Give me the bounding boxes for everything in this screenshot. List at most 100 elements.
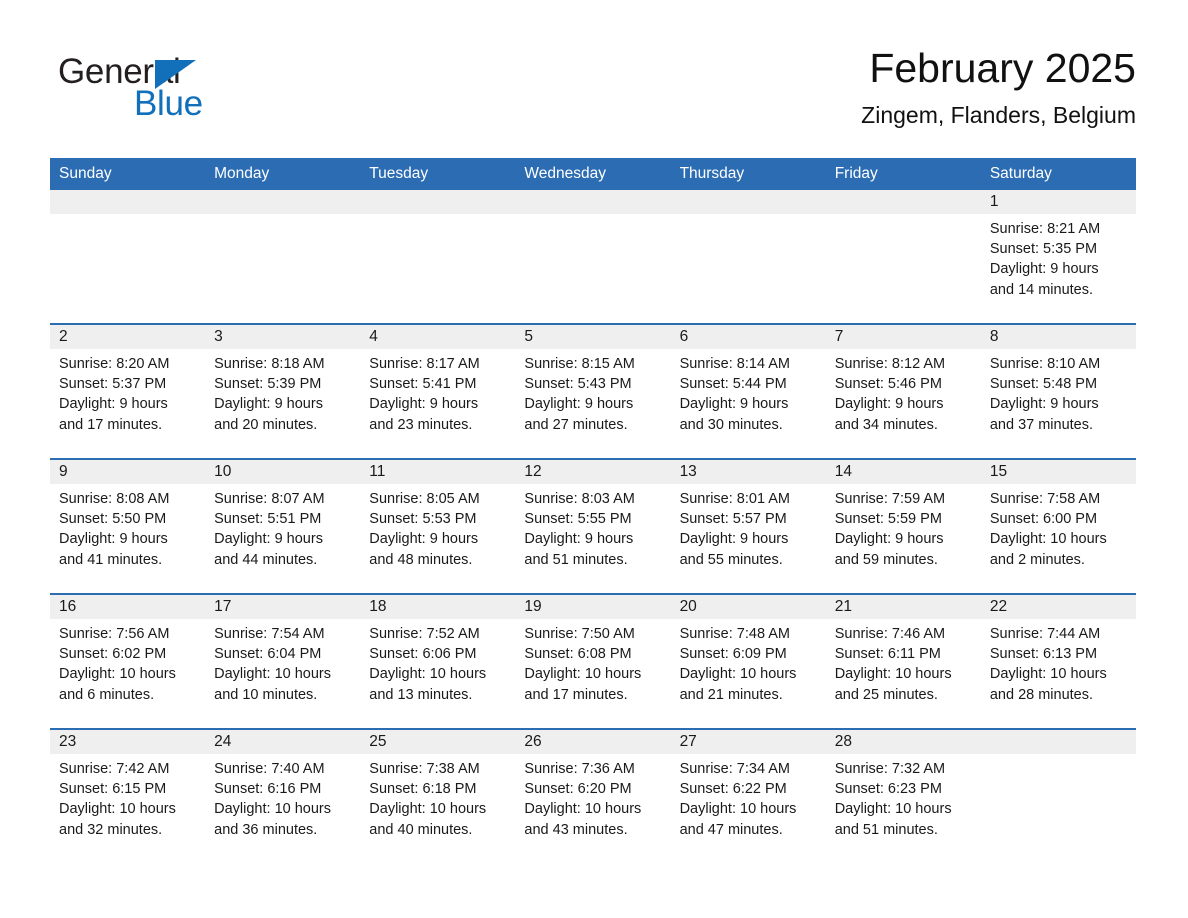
calendar-grid: Sunday Monday Tuesday Wednesday Thursday Frid… (50, 158, 1136, 863)
day-details: Sunrise: 7:58 AM Sunset: 6:00 PM Daylight:… (981, 484, 1136, 570)
day-number-band: 19 (515, 595, 671, 619)
calendar-day-cell[interactable]: 2 Sunrise: 8:20 AM Sunset: 5:37 PM Daylight… (50, 323, 206, 459)
sunset-text: Sunset: 5:51 PM (214, 511, 322, 528)
daylight-text-cont: and 47 minutes. (679, 821, 783, 838)
weekday-header-sunday: Sunday (50, 158, 206, 190)
daylight-text-cont: and 32 minutes. (59, 821, 163, 838)
calendar-day-cell[interactable]: 12 Sunrise: 8:03 AM Sunset: 5:55 PM Dayligh… (515, 458, 671, 594)
calendar-day-cell[interactable]: 15 Sunrise: 7:58 AM Sunset: 6:00 PM Dayligh… (980, 458, 1136, 594)
day-details: Sunrise: 8:18 AM Sunset: 5:39 PM Daylight:… (205, 349, 360, 435)
sunset-text: Sunset: 6:06 PM (369, 646, 477, 663)
calendar-day-cell[interactable]: 5 Sunrise: 8:15 AM Sunset: 5:43 PM Daylight… (515, 323, 671, 459)
day-number-band: 22 (980, 595, 1136, 619)
daylight-text: Daylight: 10 hours (834, 666, 952, 683)
calendar-day-cell[interactable]: 21 Sunrise: 7:46 AM Sunset: 6:11 PM Dayligh… (825, 593, 981, 729)
sunrise-text: Sunrise: 8:21 AM (989, 221, 1101, 237)
calendar-day-cell[interactable]: 19 Sunrise: 7:50 AM Sunset: 6:08 PM Dayligh… (515, 593, 671, 729)
sunset-text: Sunset: 5:48 PM (989, 376, 1098, 393)
daylight-text-cont: and 14 minutes. (989, 281, 1094, 298)
calendar-day-cell[interactable]: 13 Sunrise: 8:01 AM Sunset: 5:57 PM Dayligh… (670, 458, 826, 594)
calendar-day-cell[interactable]: 11 Sunrise: 8:05 AM Sunset: 5:53 PM Dayligh… (360, 458, 516, 594)
daylight-text-cont: and 27 minutes. (524, 416, 628, 433)
daylight-text: Daylight: 9 hours (679, 531, 789, 548)
daylight-text-cont: and 51 minutes. (524, 551, 628, 568)
daylight-text: Daylight: 10 hours (59, 666, 176, 683)
day-number-band: 28 (825, 730, 981, 754)
calendar-day-cell[interactable]: 10 Sunrise: 8:07 AM Sunset: 5:51 PM Dayligh… (205, 458, 361, 594)
daylight-text: Daylight: 10 hours (834, 801, 952, 818)
daylight-text: Daylight: 9 hours (679, 396, 789, 413)
calendar-day-cell[interactable]: 17 Sunrise: 7:54 AM Sunset: 6:04 PM Dayligh… (205, 593, 361, 729)
sunrise-text: Sunrise: 8:08 AM (59, 491, 170, 507)
day-number: 14 (834, 463, 852, 480)
sunrise-text: Sunrise: 8:14 AM (679, 356, 790, 372)
day-details: Sunrise: 8:01 AM Sunset: 5:57 PM Daylight:… (671, 484, 826, 570)
day-number-band: 7 (825, 325, 981, 349)
day-number: 10 (214, 463, 232, 480)
calendar-day-cell[interactable]: 22 Sunrise: 7:44 AM Sunset: 6:13 PM Dayligh… (980, 593, 1136, 729)
sunrise-text: Sunrise: 8:01 AM (679, 491, 790, 507)
day-number-band: 8 (980, 325, 1136, 349)
calendar-day-cell[interactable]: 28 Sunrise: 7:32 AM Sunset: 6:23 PM Dayligh… (825, 728, 981, 863)
calendar-day-cell[interactable]: 8 Sunrise: 8:10 AM Sunset: 5:48 PM Daylight… (980, 323, 1136, 459)
day-number: 8 (989, 328, 999, 345)
day-number: 6 (679, 328, 689, 345)
calendar-day-cell[interactable]: 25 Sunrise: 7:38 AM Sunset: 6:18 PM Dayligh… (360, 728, 516, 863)
daylight-text: Daylight: 10 hours (214, 801, 332, 818)
calendar-day-cell[interactable]: 20 Sunrise: 7:48 AM Sunset: 6:09 PM Dayligh… (670, 593, 826, 729)
sunrise-text: Sunrise: 8:10 AM (989, 356, 1101, 372)
calendar-day-cell[interactable]: 24 Sunrise: 7:40 AM Sunset: 6:16 PM Dayligh… (205, 728, 361, 863)
calendar-day-cell[interactable]: 7 Sunrise: 8:12 AM Sunset: 5:46 PM Daylight… (825, 323, 981, 459)
sunrise-text: Sunrise: 7:38 AM (369, 761, 480, 777)
daylight-text: Daylight: 9 hours (989, 396, 1099, 413)
page-subtitle: Zingem, Flanders, Belgium (861, 102, 1136, 128)
calendar-day-cell[interactable]: 4 Sunrise: 8:17 AM Sunset: 5:41 PM Daylight… (360, 323, 516, 459)
day-number: 25 (369, 733, 387, 750)
calendar-day-cell[interactable]: 27 Sunrise: 7:34 AM Sunset: 6:22 PM Dayligh… (670, 728, 826, 863)
day-number: 18 (369, 598, 387, 615)
daylight-text-cont: and 17 minutes. (59, 416, 163, 433)
daylight-text-cont: and 30 minutes. (679, 416, 783, 433)
calendar-day-cell[interactable]: 3 Sunrise: 8:18 AM Sunset: 5:39 PM Daylight… (205, 323, 361, 459)
day-details: Sunrise: 8:03 AM Sunset: 5:55 PM Daylight:… (515, 484, 670, 570)
calendar-day-cell[interactable]: 23 Sunrise: 7:42 AM Sunset: 6:15 PM Dayligh… (50, 728, 206, 863)
calendar-day-cell[interactable]: 1 Sunrise: 8:21 AM Sunset: 5:35 PM Daylight… (980, 190, 1136, 324)
calendar-day-cell[interactable]: 9 Sunrise: 8:08 AM Sunset: 5:50 PM Daylight… (50, 458, 206, 594)
day-details: Sunrise: 8:21 AM Sunset: 5:35 PM Daylight:… (981, 214, 1136, 300)
sunset-text: Sunset: 6:00 PM (989, 511, 1098, 528)
sunset-text: Sunset: 5:44 PM (679, 376, 787, 393)
day-details: Sunrise: 8:15 AM Sunset: 5:43 PM Daylight:… (515, 349, 670, 435)
sunset-text: Sunset: 6:11 PM (834, 646, 941, 663)
day-details (205, 214, 360, 219)
calendar-day-cell[interactable]: 6 Sunrise: 8:14 AM Sunset: 5:44 PM Daylight… (670, 323, 826, 459)
day-details: Sunrise: 7:32 AM Sunset: 6:23 PM Daylight:… (826, 754, 981, 840)
calendar-day-cell[interactable]: 26 Sunrise: 7:36 AM Sunset: 6:20 PM Dayligh… (515, 728, 671, 863)
day-details: Sunrise: 7:40 AM Sunset: 6:16 PM Daylight:… (205, 754, 360, 840)
daylight-text-cont: and 48 minutes. (369, 551, 473, 568)
daylight-text: Daylight: 10 hours (214, 666, 332, 683)
day-number-band: 21 (825, 595, 981, 619)
day-number-band: 2 (50, 325, 206, 349)
weekday-header-tuesday: Tuesday (360, 158, 516, 190)
weekday-header-wednesday: Wednesday (515, 158, 671, 190)
daylight-text: Daylight: 10 hours (59, 801, 176, 818)
day-details: Sunrise: 7:59 AM Sunset: 5:59 PM Daylight:… (826, 484, 981, 570)
daylight-text: Daylight: 9 hours (59, 396, 168, 413)
day-details: Sunrise: 7:52 AM Sunset: 6:06 PM Daylight:… (360, 619, 515, 705)
day-number: 9 (59, 463, 68, 480)
day-number: 17 (214, 598, 232, 615)
daylight-text: Daylight: 10 hours (989, 531, 1107, 548)
logo-text-blue: Blue (134, 84, 203, 123)
day-number-band: 12 (515, 460, 671, 484)
calendar-day-cell[interactable]: 14 Sunrise: 7:59 AM Sunset: 5:59 PM Dayligh… (825, 458, 981, 594)
sunset-text: Sunset: 5:41 PM (369, 376, 477, 393)
day-number: 2 (59, 328, 68, 345)
daylight-text-cont: and 43 minutes. (524, 821, 628, 838)
day-details: Sunrise: 8:17 AM Sunset: 5:41 PM Daylight:… (360, 349, 515, 435)
calendar-day-cell[interactable]: 16 Sunrise: 7:56 AM Sunset: 6:02 PM Dayligh… (50, 593, 206, 729)
day-number-band: 14 (825, 460, 981, 484)
day-number: 15 (989, 463, 1008, 480)
calendar-day-cell[interactable]: 18 Sunrise: 7:52 AM Sunset: 6:06 PM Dayligh… (360, 593, 516, 729)
sunrise-text: Sunrise: 7:46 AM (834, 626, 946, 642)
day-details (50, 214, 205, 219)
